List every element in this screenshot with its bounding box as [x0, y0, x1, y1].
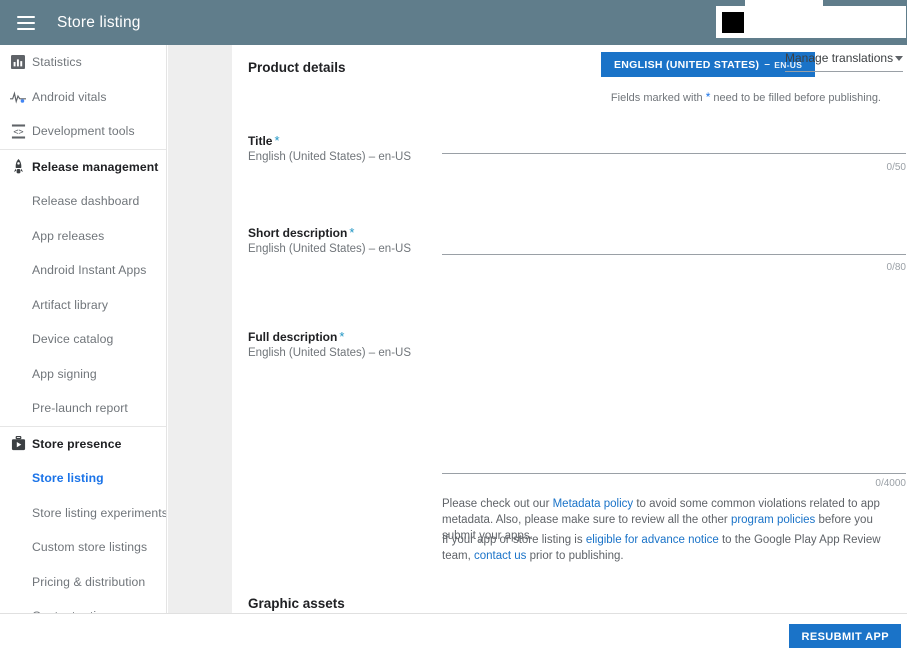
short-description-field-name: Short description * [248, 225, 411, 240]
sidebar-item-label: Release management [32, 159, 159, 174]
sidebar-item-label: App signing [32, 366, 97, 381]
content-gutter [168, 45, 232, 613]
graphic-assets-heading: Graphic assets [248, 596, 345, 611]
full-description-field-locale: English (United States) – en-US [248, 347, 411, 359]
manage-translations-dropdown[interactable]: Manage translations [785, 51, 903, 72]
hamburger-menu-icon[interactable] [17, 15, 35, 30]
short-description-label-text: Short description [248, 226, 348, 240]
title-label-text: Title [248, 134, 273, 148]
sidebar-item-label: Store presence [32, 436, 122, 451]
sidebar-item-label: Release dashboard [32, 194, 140, 209]
title-field-locale: English (United States) – en-US [248, 151, 411, 163]
title-required-star: * [274, 133, 280, 148]
short-description-counter: 0/80 [886, 262, 906, 273]
bar-chart-icon [4, 55, 32, 70]
sidebar-item-label: Store listing [32, 471, 104, 486]
store-briefcase-icon [4, 436, 32, 451]
full-description-field-label: Full description * English (United States… [248, 329, 411, 359]
manage-translations-label: Manage translations [785, 51, 894, 65]
required-note-star: * [705, 90, 711, 104]
short-description-required-star: * [349, 225, 355, 240]
sidebar-item-label: Statistics [32, 55, 82, 70]
sidebar-item-statistics[interactable]: Statistics [0, 45, 166, 80]
sidebar-item-label: Store listing experiments [32, 505, 167, 520]
required-note-before: Fields marked with [610, 92, 703, 104]
sidebar-item-pricing-distribution[interactable]: Pricing & distribution [0, 565, 166, 600]
short-description-field-locale: English (United States) – en-US [248, 243, 411, 255]
required-note-after: need to be filled before publishing. [713, 92, 881, 104]
sidebar-item-label: Pricing & distribution [32, 574, 146, 589]
advance-notice-link[interactable]: eligible for advance notice [586, 534, 719, 546]
title-field-name: Title * [248, 133, 411, 148]
sidebar-item-development-tools[interactable]: <> Development tools [0, 114, 166, 149]
contact-us-link[interactable]: contact us [474, 550, 526, 562]
sidebar-item-label: Development tools [32, 124, 135, 139]
product-details-heading: Product details [248, 60, 346, 75]
bottom-filler [0, 648, 907, 653]
bottom-action-bar: RESUBMIT APP [0, 613, 907, 653]
short-description-input[interactable] [442, 254, 906, 255]
policy2-part1: If your app or store listing is [442, 534, 586, 546]
sidebar-item-label: Custom store listings [32, 540, 148, 555]
program-policies-link[interactable]: program policies [731, 514, 815, 526]
metadata-policy-link[interactable]: Metadata policy [553, 498, 634, 510]
rocket-icon [4, 158, 32, 175]
sidebar-group-2: Store presence Store listing Store listing… [0, 427, 166, 634]
sidebar-group-1: Release management Release dashboard App r… [0, 150, 166, 427]
sidebar-item-android-instant-apps[interactable]: Android Instant Apps [0, 253, 166, 288]
sidebar-item-store-listing[interactable]: Store listing [0, 461, 166, 496]
sidebar-item-custom-store-listings[interactable]: Custom store listings [0, 530, 166, 565]
development-tools-icon: <> [4, 124, 32, 139]
sidebar-group-0: Statistics Android vitals <> Development to… [0, 45, 166, 150]
sidebar-item-android-vitals[interactable]: Android vitals [0, 80, 166, 115]
full-description-label-text: Full description [248, 330, 338, 344]
redacted-account-area [716, 6, 906, 38]
sidebar-item-release-dashboard[interactable]: Release dashboard [0, 184, 166, 219]
sidebar-item-device-catalog[interactable]: Device catalog [0, 322, 166, 357]
sidebar-item-store-presence[interactable]: Store presence [0, 427, 166, 462]
sidebar-item-label: Artifact library [32, 297, 109, 312]
sidebar-item-app-signing[interactable]: App signing [0, 357, 166, 392]
policy1-part1: Please check out our [442, 498, 553, 510]
sidebar-item-label: App releases [32, 228, 105, 243]
sidebar-item-label: Android Instant Apps [32, 263, 147, 278]
redacted-black-block [722, 12, 744, 33]
sidebar-item-artifact-library[interactable]: Artifact library [0, 288, 166, 323]
full-description-input[interactable] [442, 473, 906, 474]
sidebar-item-label: Device catalog [32, 332, 114, 347]
vitals-pulse-icon [4, 90, 32, 104]
svg-text:<>: <> [13, 126, 23, 136]
full-description-required-star: * [339, 329, 345, 344]
title-input[interactable] [442, 153, 906, 154]
advance-notice-paragraph: If your app or store listing is eligible… [442, 532, 897, 564]
sidebar-item-release-management[interactable]: Release management [0, 150, 166, 185]
title-field-label: Title * English (United States) – en-US [248, 133, 411, 163]
sidebar-item-app-releases[interactable]: App releases [0, 219, 166, 254]
main-content: Product details ENGLISH (UNITED STATES) … [232, 45, 907, 613]
sidebar-item-label: Pre-launch report [32, 401, 128, 416]
title-counter: 0/50 [886, 162, 906, 173]
resubmit-app-button[interactable]: RESUBMIT APP [789, 624, 901, 650]
policy2-part3: prior to publishing. [526, 550, 624, 562]
full-description-field-name: Full description * [248, 329, 411, 344]
language-selector-button[interactable]: ENGLISH (UNITED STATES) – EN-US [601, 52, 816, 77]
full-description-counter: 0/4000 [875, 478, 906, 489]
sidebar-item-label: Android vitals [32, 89, 107, 104]
sidebar-navigation: Statistics Android vitals <> Development to… [0, 45, 167, 653]
chevron-down-icon [895, 55, 903, 61]
redacted-strip [745, 0, 823, 7]
page-title: Store listing [57, 13, 141, 31]
sidebar-item-pre-launch-report[interactable]: Pre-launch report [0, 391, 166, 426]
language-label: ENGLISH (UNITED STATES) [614, 58, 760, 71]
store-listing-page: Store listing Statistics Android vitals <>… [0, 0, 907, 653]
short-description-field-label: Short description * English (United State… [248, 225, 411, 255]
sidebar-item-store-listing-experiments[interactable]: Store listing experiments [0, 496, 166, 531]
language-dash: – [764, 59, 771, 70]
required-fields-note: Fields marked with * need to be filled b… [611, 90, 881, 104]
